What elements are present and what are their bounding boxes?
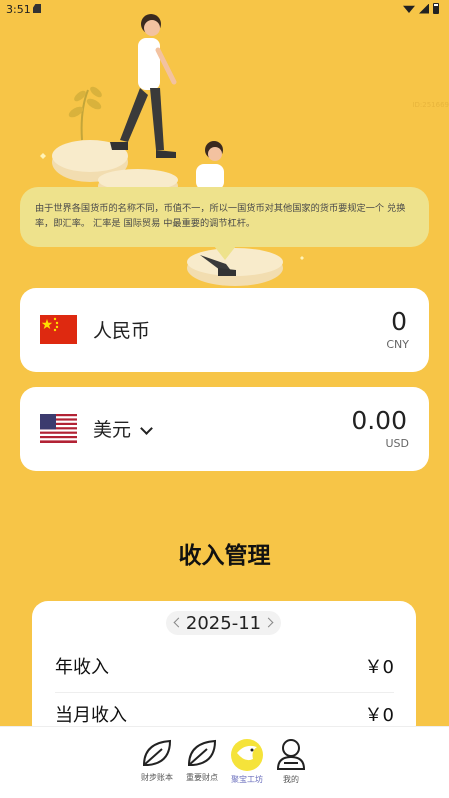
leaf-icon — [142, 739, 172, 766]
info-text: 由于世界各国货币的名称不同，币值不一，所以一国货币对其他国家的货币要规定一个 兑… — [35, 203, 406, 229]
currency-to-value: 0.00 — [351, 406, 407, 435]
bird-icon — [231, 739, 263, 771]
currency-from-input[interactable]: 0 — [391, 307, 407, 336]
chevron-down-icon[interactable] — [140, 422, 153, 435]
nav-item-ledger[interactable]: 财步账本 — [136, 737, 178, 783]
exchange-rate-info-bubble: 由于世界各国货币的名称不同，币值不一，所以一国货币对其他国家的货币要规定一个 兑… — [20, 187, 429, 247]
bubble-tail — [214, 246, 236, 260]
currency-to-code: USD — [385, 437, 409, 450]
currency-from-card[interactable]: 人民币 0 CNY — [20, 288, 429, 372]
bottom-nav: 财步账本 重要财点 聚宝工坊 我的 — [0, 726, 449, 798]
annual-income-label: 年收入 — [55, 657, 109, 678]
nav-label-mine: 我的 — [283, 775, 299, 784]
leaf-icon — [187, 739, 217, 766]
usa-flag-icon — [40, 414, 77, 443]
currency-to-card[interactable]: 美元 0.00 USD — [20, 387, 429, 471]
monthly-income-value: ￥0 — [364, 705, 394, 726]
month-selector: 2025-11 — [166, 611, 281, 635]
income-card: 2025-11 年收入 ￥0 当月收入 ￥0 — [32, 601, 416, 741]
nav-item-finance-points[interactable]: 重要财点 — [181, 737, 223, 783]
currency-to-name[interactable]: 美元 — [93, 415, 131, 442]
user-icon — [276, 739, 306, 770]
nav-item-mine[interactable]: 我的 — [270, 737, 312, 785]
currency-from-code: CNY — [386, 338, 409, 351]
annual-income-value: ￥0 — [364, 657, 394, 678]
nav-item-workshop[interactable]: 聚宝工坊 — [226, 737, 268, 785]
watermark-id: ID:251669 — [412, 101, 449, 109]
china-flag-icon — [40, 315, 77, 344]
income-section-title: 收入管理 — [178, 543, 271, 569]
monthly-income-label: 当月收入 — [55, 705, 127, 726]
currency-from-name: 人民币 — [93, 320, 151, 342]
annual-income-row: 年收入 ￥0 — [55, 653, 394, 693]
